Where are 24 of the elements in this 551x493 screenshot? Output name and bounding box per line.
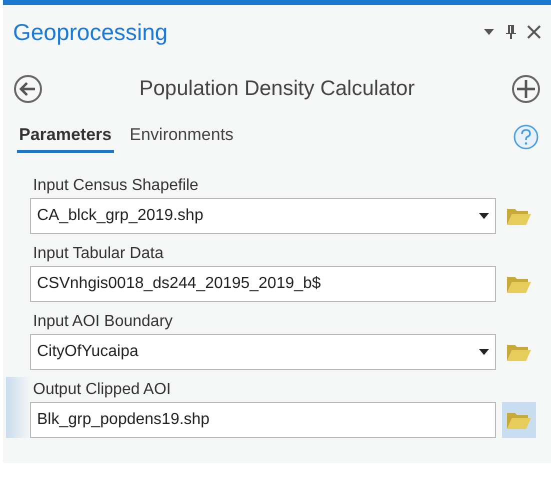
parameter-label: Input Census Shapefile bbox=[32, 176, 200, 196]
help-icon[interactable] bbox=[513, 124, 539, 150]
caret-icon[interactable] bbox=[479, 349, 489, 355]
folder-icon bbox=[506, 274, 532, 294]
pane-title: Geoprocessing bbox=[13, 18, 169, 46]
add-icon[interactable] bbox=[511, 74, 541, 104]
tab[interactable]: Parameters bbox=[17, 121, 114, 153]
tool-title: Population Density Calculator bbox=[138, 77, 416, 101]
parameter-label: Input Tabular Data bbox=[32, 244, 164, 264]
close-icon[interactable] bbox=[527, 25, 541, 39]
tab[interactable]: Environments bbox=[128, 121, 236, 153]
dropdown-field[interactable]: CA_blck_grp_2019.shp bbox=[30, 198, 496, 234]
input-field[interactable]: Blk_grp_popdens19.shp bbox=[30, 402, 496, 438]
dropdown-field[interactable]: CityOfYucaipa bbox=[30, 334, 496, 370]
parameter-label: Input AOI Boundary bbox=[32, 312, 174, 332]
folder-icon bbox=[506, 342, 532, 362]
folder-icon bbox=[506, 206, 532, 226]
dropdown-icon[interactable] bbox=[483, 28, 495, 36]
parameter-label: Output Clipped AOI bbox=[32, 380, 172, 400]
back-icon[interactable] bbox=[13, 74, 43, 104]
pin-icon[interactable] bbox=[505, 24, 517, 40]
caret-icon[interactable] bbox=[479, 213, 489, 219]
input-field[interactable]: CSVnhgis0018_ds244_20195_2019_b$ bbox=[30, 266, 496, 302]
folder-icon bbox=[506, 410, 532, 430]
